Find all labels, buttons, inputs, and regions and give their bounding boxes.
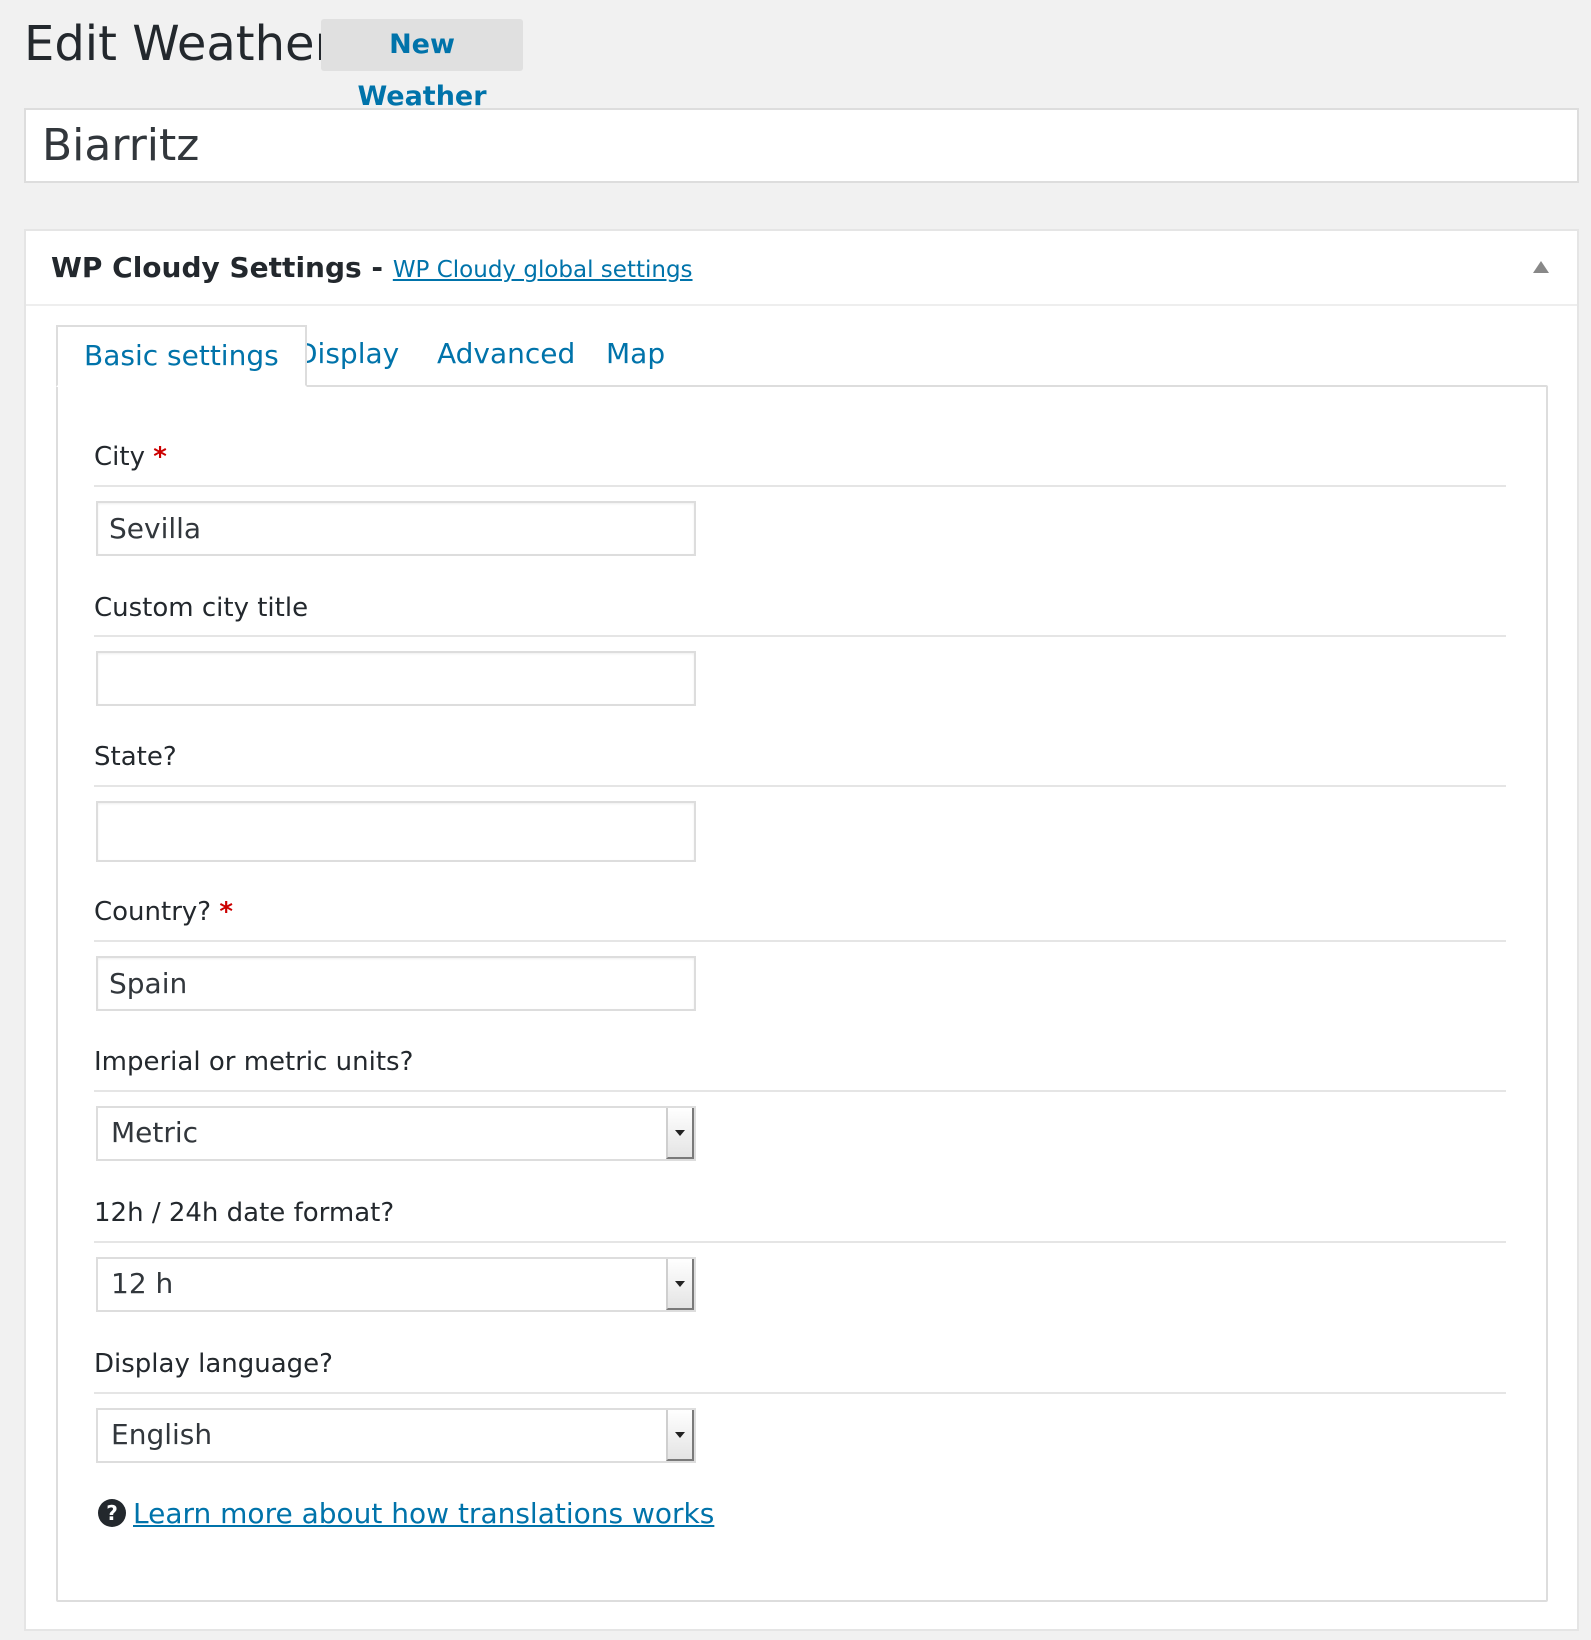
postbox-title-text: WP Cloudy Settings <box>51 251 362 284</box>
language-label: Display language? <box>94 1349 333 1379</box>
custom-city-title-label: Custom city title <box>94 593 309 623</box>
page-title: Edit Weather <box>24 16 335 72</box>
post-title-input[interactable]: Biarritz <box>24 108 1579 183</box>
dropdown-arrow-icon[interactable] <box>666 1259 694 1310</box>
field-divider <box>94 1392 1506 1394</box>
state-label: State? <box>94 742 177 772</box>
wp-cloudy-settings-box: WP Cloudy Settings - WP Cloudy global se… <box>24 229 1579 1631</box>
country-input[interactable]: Spain <box>96 956 696 1011</box>
required-marker: * <box>153 442 167 472</box>
field-divider <box>94 785 1506 787</box>
field-divider <box>94 1241 1506 1243</box>
new-weather-button[interactable]: New Weather <box>321 19 523 112</box>
date-format-label: 12h / 24h date format? <box>94 1198 395 1228</box>
field-divider <box>94 635 1506 637</box>
field-divider <box>94 485 1506 487</box>
date-format-selected-value: 12 h <box>111 1267 174 1300</box>
required-marker: * <box>219 897 233 927</box>
collapse-toggle-icon[interactable] <box>1533 261 1549 273</box>
units-select[interactable]: Metric <box>96 1106 696 1161</box>
question-circle-icon: ? <box>98 1499 126 1527</box>
city-label-text: City <box>94 442 145 472</box>
translations-help-link[interactable]: Learn more about how translations works <box>133 1497 714 1530</box>
language-selected-value: English <box>111 1418 213 1451</box>
state-input[interactable] <box>96 801 696 862</box>
tab-display[interactable]: Display <box>296 325 399 385</box>
tab-basic-settings[interactable]: Basic settings <box>56 325 307 387</box>
units-selected-value: Metric <box>111 1116 199 1149</box>
custom-city-title-input[interactable] <box>96 651 696 706</box>
language-select[interactable]: English <box>96 1408 696 1463</box>
city-label: City * <box>94 442 167 472</box>
basic-settings-panel: City * Sevilla Custom city title State? … <box>56 385 1548 1602</box>
country-label: Country? * <box>94 897 233 927</box>
dropdown-arrow-icon[interactable] <box>666 1108 694 1159</box>
global-settings-link[interactable]: WP Cloudy global settings <box>393 257 693 283</box>
city-input[interactable]: Sevilla <box>96 501 696 556</box>
postbox-header: WP Cloudy Settings - WP Cloudy global se… <box>26 231 1577 306</box>
country-label-text: Country? <box>94 897 212 927</box>
field-divider <box>94 940 1506 942</box>
tab-map[interactable]: Map <box>606 325 665 385</box>
field-divider <box>94 1090 1506 1092</box>
date-format-select[interactable]: 12 h <box>96 1257 696 1312</box>
tab-advanced[interactable]: Advanced <box>437 325 575 385</box>
postbox-title-separator: - <box>361 251 393 284</box>
dropdown-arrow-icon[interactable] <box>666 1410 694 1461</box>
units-label: Imperial or metric units? <box>94 1047 414 1077</box>
postbox-title: WP Cloudy Settings - WP Cloudy global se… <box>51 251 693 284</box>
